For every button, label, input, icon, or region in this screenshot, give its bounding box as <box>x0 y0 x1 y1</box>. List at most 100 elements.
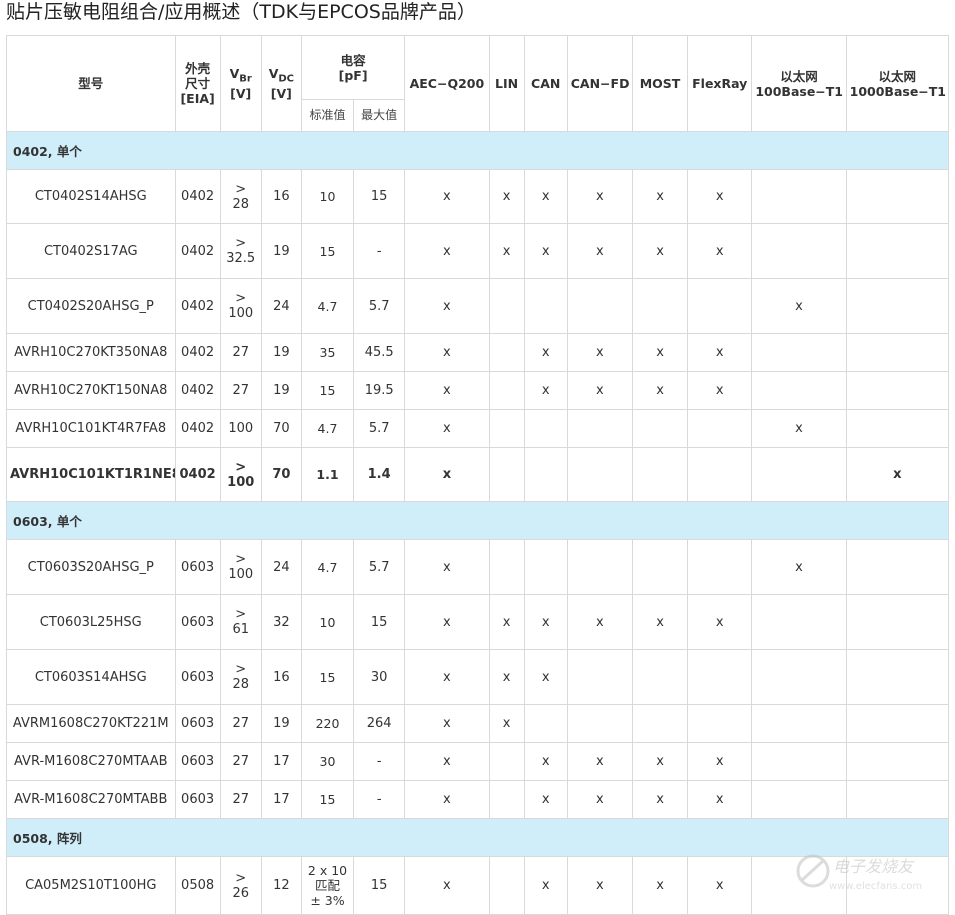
cell-cap-typical: 15 <box>300 223 355 279</box>
cell-lin: x <box>488 223 525 279</box>
cell-eth1000 <box>845 278 950 334</box>
cell-case: 0603 <box>174 704 221 743</box>
cell-eth100: x <box>751 539 847 595</box>
cell-cap-typical: 220 <box>300 704 355 743</box>
cell-cap-typical: 30 <box>300 742 355 781</box>
cell-canfd <box>566 278 633 334</box>
table-row: CT0402S20AHSG_P 0402 >100 24 4.7 5.7 x x <box>6 278 950 334</box>
cell-can: x <box>523 333 568 372</box>
cell-lin <box>488 780 525 819</box>
header-cap-max: 最大值 <box>353 99 406 132</box>
page-title: 贴片压敏电阻组合/应用概述（TDK与EPCOS品牌产品） <box>6 1 476 23</box>
cell-cap-typical: 10 <box>300 169 355 224</box>
cell-lin <box>488 539 525 595</box>
cell-eth100 <box>751 169 847 224</box>
cell-lin <box>488 742 525 781</box>
cell-cap-max: - <box>353 223 406 279</box>
cell-can <box>523 447 568 502</box>
cell-canfd <box>566 409 633 448</box>
cell-canfd: x <box>566 742 633 781</box>
watermark-logo: 电子发烧友 www.elecfans.com <box>793 845 943 905</box>
cell-aec: x <box>404 594 490 650</box>
cell-can <box>523 409 568 448</box>
cell-vbr: >32.5 <box>219 223 262 279</box>
cell-model: CT0603L25HSG <box>6 594 176 650</box>
cell-cap-typical: 4.7 <box>300 539 355 595</box>
cell-cap-max: 30 <box>353 649 406 705</box>
cell-vbr: >100 <box>219 278 262 334</box>
cell-can: x <box>523 169 568 224</box>
cell-most: x <box>631 223 689 279</box>
cell-eth1000 <box>845 704 950 743</box>
cell-eth1000: x <box>845 447 950 502</box>
cell-cap-max: 264 <box>353 704 406 743</box>
cell-cap-typical: 15 <box>300 649 355 705</box>
cell-cap-typical: 4.7 <box>300 409 355 448</box>
cell-eth1000 <box>845 409 950 448</box>
cell-most: x <box>631 742 689 781</box>
cell-cap-max: 5.7 <box>353 278 406 334</box>
cell-most: x <box>631 856 689 915</box>
cell-eth1000 <box>845 333 950 372</box>
cell-can: x <box>523 649 568 705</box>
cell-cap-typical: 2 x 10 匹配 ± 3% <box>300 856 355 915</box>
cell-can <box>523 704 568 743</box>
varistor-table: 型号 外壳 尺寸 [EIA] VBr [V] VDC [V] 电容 [pF] AEC−Q2… <box>6 35 950 915</box>
cell-vbr: >28 <box>219 169 262 224</box>
cell-lin: x <box>488 649 525 705</box>
header-most: MOST <box>631 35 689 132</box>
table-row: AVRH10C101KT4R7FA8 0402 100 70 4.7 5.7 x x <box>6 409 950 448</box>
cell-case: 0402 <box>174 333 221 372</box>
cell-eth1000 <box>845 371 950 410</box>
cell-aec: x <box>404 409 490 448</box>
cell-case: 0508 <box>174 856 221 915</box>
table-row: AVRH10C270KT150NA8 0402 27 19 15 19.5 x x x x x <box>6 371 950 410</box>
cell-vdc: 12 <box>260 856 302 915</box>
cell-model: CT0402S14AHSG <box>6 169 176 224</box>
cell-aec: x <box>404 169 490 224</box>
cell-can: x <box>523 742 568 781</box>
cell-most <box>631 539 689 595</box>
cell-vdc: 19 <box>260 333 302 372</box>
cell-lin: x <box>488 704 525 743</box>
cell-model: CT0402S17AG <box>6 223 176 279</box>
cell-most: x <box>631 371 689 410</box>
cell-canfd <box>566 649 633 705</box>
cell-model: AVRM1608C270KT221M <box>6 704 176 743</box>
cell-model: CT0603S14AHSG <box>6 649 176 705</box>
cell-eth100 <box>751 223 847 279</box>
cell-vbr: 27 <box>219 780 262 819</box>
cell-eth1000 <box>845 780 950 819</box>
cell-vbr: >61 <box>219 594 262 650</box>
header-aec-q200: AEC−Q200 <box>404 35 490 132</box>
cell-flexray: x <box>687 856 753 915</box>
cell-cap-max: - <box>353 780 406 819</box>
cell-cap-max: 5.7 <box>353 539 406 595</box>
cell-most <box>631 278 689 334</box>
group-header-row: 0402, 单个 <box>6 131 949 170</box>
cell-cap-max: 5.7 <box>353 409 406 448</box>
cell-eth1000 <box>845 223 950 279</box>
cell-canfd: x <box>566 780 633 819</box>
cell-canfd: x <box>566 223 633 279</box>
cell-flexray: x <box>687 333 753 372</box>
table-row: CT0402S17AG 0402 >32.5 19 15- x x x x x x <box>6 223 950 279</box>
cell-eth100: x <box>751 278 847 334</box>
cell-flexray: x <box>687 371 753 410</box>
cell-aec: x <box>404 856 490 915</box>
cell-vdc: 24 <box>260 278 302 334</box>
cell-lin: x <box>488 594 525 650</box>
header-ethernet-100: 以太网 100Base−T1 <box>751 35 847 132</box>
cell-flexray <box>687 704 753 743</box>
header-ethernet-1000: 以太网 1000Base−T1 <box>845 35 950 132</box>
cell-canfd <box>566 447 633 502</box>
table-row: AVR-M1608C270MTAAB 0603 27 17 30- x x x x x <box>6 742 950 781</box>
cell-flexray: x <box>687 594 753 650</box>
cell-vbr: >100 <box>219 447 262 502</box>
cell-model: AVR-M1608C270MTAAB <box>6 742 176 781</box>
cell-model: AVRH10C270KT150NA8 <box>6 371 176 410</box>
header-case-size: 外壳 尺寸 [EIA] <box>174 35 221 132</box>
cell-cap-max: 15 <box>353 856 406 915</box>
cell-aec: x <box>404 371 490 410</box>
cell-case: 0603 <box>174 649 221 705</box>
